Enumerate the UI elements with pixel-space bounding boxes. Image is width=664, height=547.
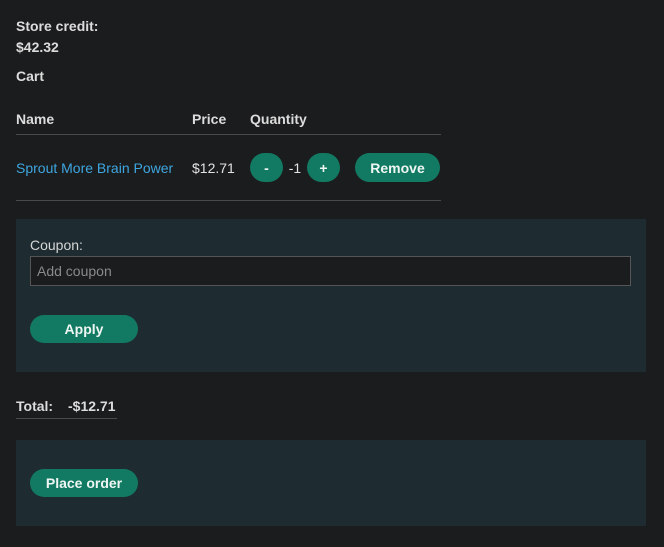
store-credit-value: $42.32: [16, 39, 59, 55]
column-header-name: Name: [16, 103, 192, 135]
product-link[interactable]: Sprout More Brain Power: [16, 160, 173, 176]
column-header-price: Price: [192, 103, 250, 135]
increment-quantity-button[interactable]: +: [307, 153, 340, 182]
total-value: -$12.71: [68, 398, 116, 414]
total-label: Total:: [16, 398, 54, 414]
place-order-button[interactable]: Place order: [30, 469, 138, 497]
decrement-quantity-button[interactable]: -: [250, 153, 283, 182]
total-row: Total: -$12.71: [16, 390, 117, 419]
cart-table: Name Price Quantity Sprout More Brain Po…: [16, 103, 441, 201]
cart-row: Sprout More Brain Power $12.71 - -1 + Re…: [16, 134, 441, 201]
cart-header-row: Name Price Quantity: [16, 103, 441, 135]
checkout-page: Store credit: $42.32 Cart Name Price Qua…: [0, 0, 664, 547]
cart-title: Cart: [16, 68, 45, 84]
quantity-stepper: - -1 + Remove: [250, 153, 441, 182]
cart-item-quantity-cell: - -1 + Remove: [250, 134, 441, 201]
coupon-label: Coupon:: [30, 237, 83, 253]
remove-item-button[interactable]: Remove: [355, 153, 440, 182]
column-header-quantity: Quantity: [250, 103, 441, 135]
coupon-panel: Coupon: Apply: [16, 219, 646, 372]
quantity-value: -1: [288, 159, 302, 176]
cart-item-price: $12.71: [192, 134, 250, 201]
apply-coupon-button[interactable]: Apply: [30, 315, 138, 343]
cart-item-name-cell: Sprout More Brain Power: [16, 134, 192, 201]
coupon-input[interactable]: [30, 256, 631, 286]
store-credit-label: Store credit:: [16, 18, 99, 34]
order-panel: Place order: [16, 440, 646, 526]
